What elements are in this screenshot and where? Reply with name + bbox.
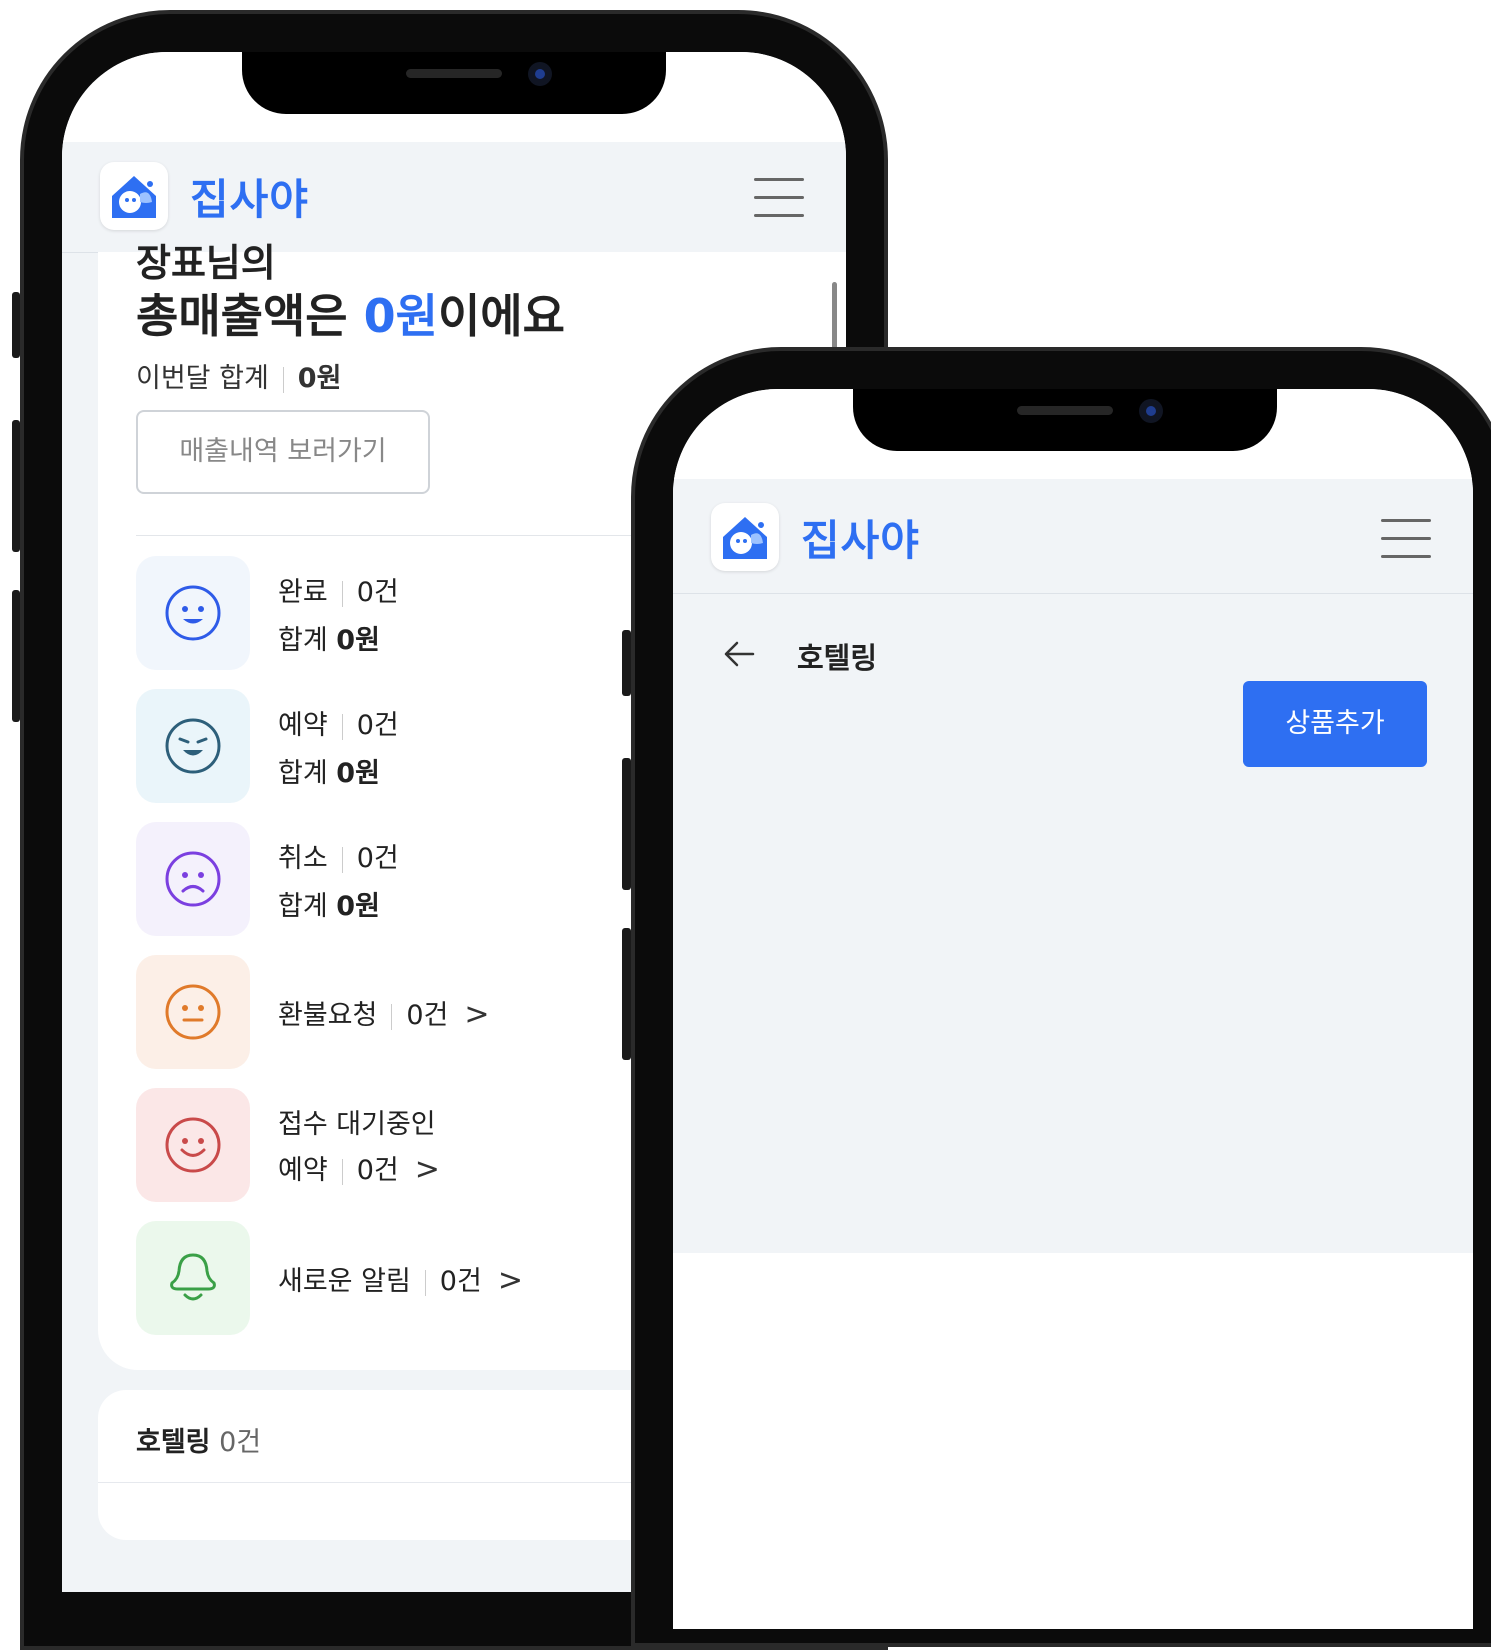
row-count: 0건 <box>356 577 399 608</box>
hotel-count: 0건 <box>219 1427 262 1458</box>
add-product-button[interactable]: 상품추가 <box>1243 681 1427 767</box>
happy-face-icon <box>136 1088 250 1202</box>
row-label: 환불요청 <box>278 1000 378 1031</box>
row-total: 0원 <box>336 758 380 789</box>
status-bar <box>62 52 846 142</box>
phone-mute-switch <box>622 630 631 696</box>
month-value: 0원 <box>297 363 342 394</box>
menu-icon[interactable] <box>754 178 804 218</box>
row-total-label: 합계 <box>278 891 328 922</box>
brand-name: 집사야 <box>801 516 920 565</box>
sales-history-button[interactable]: 매출내역 보러가기 <box>136 410 430 494</box>
grin-face-icon <box>136 689 250 803</box>
monthly-total: 이번달 합계 0원 <box>136 356 341 395</box>
phone-volume-down <box>622 928 631 1060</box>
status-bar <box>673 389 1473 479</box>
app-logo-icon[interactable] <box>100 162 168 230</box>
notch <box>242 52 666 114</box>
app-logo-icon[interactable] <box>711 503 779 571</box>
phone-volume-down <box>12 590 20 722</box>
headline-prefix: 총매출액은 <box>136 289 364 343</box>
row-total-label: 합계 <box>278 625 328 656</box>
notch <box>853 389 1277 451</box>
sad-face-icon <box>136 822 250 936</box>
month-label: 이번달 합계 <box>136 363 269 394</box>
neutral-face-icon <box>136 955 250 1069</box>
row-label: 접수 대기중인 <box>278 1109 436 1140</box>
phone-volume-up <box>622 758 631 890</box>
phone-mute-switch <box>12 292 20 358</box>
camera <box>1139 399 1163 423</box>
row-label: 취소 <box>278 843 328 874</box>
bell-icon <box>136 1221 250 1335</box>
row-label: 새로운 알림 <box>278 1266 411 1297</box>
row-total-label: 합계 <box>278 758 328 789</box>
camera <box>528 62 552 86</box>
total-sales-headline: 총매출액은 0원이에요 <box>136 280 565 346</box>
app-header: 집사야 <box>673 483 1473 594</box>
speaker <box>406 69 502 78</box>
speaker <box>1017 406 1113 415</box>
hotel-detail-screen: 집사야 호텔링 상품추가 <box>673 389 1473 1629</box>
chevron-right-icon: > <box>497 1263 523 1298</box>
back-arrow-icon[interactable] <box>723 639 755 669</box>
brand-name: 집사야 <box>190 175 309 224</box>
headline-suffix: 이에요 <box>437 289 565 343</box>
page-title: 호텔링 <box>797 641 878 675</box>
row-count: 0건 <box>439 1266 482 1297</box>
chevron-right-icon: > <box>464 997 490 1032</box>
content-area <box>673 1253 1473 1629</box>
smile-face-icon <box>136 556 250 670</box>
row-label: 완료 <box>278 577 328 608</box>
chevron-right-icon: > <box>414 1152 440 1187</box>
row-total: 0원 <box>336 891 380 922</box>
greeting-partial: 장표님의 <box>136 241 276 285</box>
row-count: 0건 <box>356 1155 399 1186</box>
row-count: 0건 <box>356 843 399 874</box>
row-count: 0건 <box>406 1000 449 1031</box>
row-count: 0건 <box>356 710 399 741</box>
hotel-label: 호텔링 <box>136 1427 211 1458</box>
row-sublabel: 예약 <box>278 1155 328 1186</box>
menu-icon[interactable] <box>1381 519 1431 559</box>
row-total: 0원 <box>336 625 380 656</box>
row-label: 예약 <box>278 710 328 741</box>
headline-amount: 0원 <box>363 289 438 343</box>
phone-volume-up <box>12 420 20 552</box>
